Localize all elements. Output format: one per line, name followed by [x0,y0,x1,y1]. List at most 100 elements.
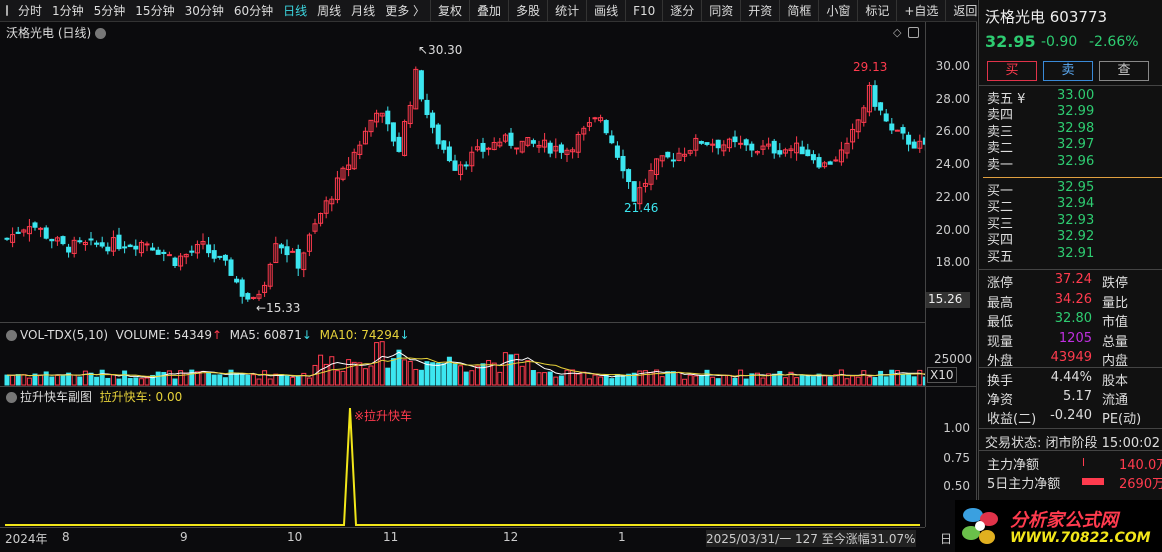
candle-body [609,135,615,144]
sell-button[interactable]: 卖 [1043,61,1093,81]
volume-bar [827,376,833,386]
candle-body [234,278,240,283]
candle-body [514,147,520,150]
candle-body [166,254,172,257]
order-book-row: 卖五 ¥33.00 [987,88,1095,107]
toolbar-button[interactable]: 统计 [547,0,586,22]
candle-body [665,151,671,158]
period-tab[interactable]: 日线 [278,2,312,19]
five-net-bar [1082,478,1104,485]
period-tab[interactable]: 60分钟 [229,2,278,19]
candle-body [49,238,55,242]
volume-bar [738,369,744,386]
toolbar-button[interactable]: 同资 [701,0,740,22]
volume-bar [805,375,811,386]
volume-bar [906,373,912,386]
volume-bar [676,371,682,386]
stat-row: 收益(二) -0.240 PE(动) [987,408,1142,427]
chart-title[interactable]: 沃格光电 (日线) [6,24,107,41]
candle-body [77,240,83,243]
volume-bar [659,376,665,386]
volume-bar [833,374,839,386]
period-tab[interactable]: 1分钟 [47,2,89,19]
candlestick-chart[interactable]: ↖30.30 ←15.33 21.46 29.13 [0,40,925,322]
buy-button[interactable]: 买 [987,61,1037,81]
volume-chart[interactable] [0,340,925,386]
volume-bar [732,377,738,386]
main-net-value: 140.0万 [1119,458,1162,473]
order-book-row: 卖二 32.97 [987,137,1095,157]
diamond-icon[interactable]: ◇ [893,26,901,39]
candle-body [295,249,301,269]
signal-label: ※拉升快车 [354,409,413,423]
period-tab[interactable]: 月线 [346,2,380,19]
candle-body [805,149,811,157]
volume-bar [329,356,335,386]
period-tab[interactable]: 分时 [13,2,47,19]
volume-bar [15,374,21,386]
toolbar-button[interactable]: +自选 [896,0,945,22]
sub-chart[interactable] [0,400,925,527]
candle-body [872,85,878,107]
toolbar-button[interactable]: 小窗 [818,0,857,22]
period-tab[interactable]: 30分钟 [180,2,229,19]
toolbar-button[interactable]: 复权 [430,0,469,22]
sidebar-toggle-icon[interactable] [6,5,8,16]
volume-bar [166,370,172,386]
volume-bar [670,371,676,386]
volume-bar [771,373,777,386]
candle-body [889,123,895,131]
candle-body [894,129,900,132]
volume-bar [822,375,828,386]
volume-bar [553,376,559,386]
price-pct: -2.66% [1089,34,1139,50]
toolbar-button[interactable]: 标记 [857,0,896,22]
candle-body [486,147,492,150]
period-tab[interactable]: 周线 [312,2,346,19]
stat-row: 换手 4.44% 股本 [987,370,1129,389]
volume-bar [558,375,564,386]
candle-body [105,246,111,252]
period-tab[interactable]: 5分钟 [89,2,131,19]
period-tab[interactable]: 更多 〉 [380,2,430,19]
toolbar-button[interactable]: 简框 [779,0,818,22]
candle-body [799,146,805,155]
toolbar-button[interactable]: 画线 [586,0,625,22]
price-change: -0.90 [1041,34,1078,50]
volume-bar [592,374,598,386]
five-net-label: 5日主力净额 [987,477,1061,492]
candle-body [278,244,284,249]
volume-bar [245,374,251,386]
volume-bar [889,369,895,386]
toolbar-button[interactable]: 叠加 [469,0,508,22]
stat-row: 外盘 43949 内盘 [987,350,1129,369]
volume-bar [810,376,816,386]
candle-body [670,159,676,162]
volume-bar [542,372,548,386]
volume-bar [777,370,783,386]
candle-body [60,236,66,245]
candle-body [446,146,452,162]
last-price: 32.95 [985,32,1036,51]
toolbar-button[interactable]: 逐分 [662,0,701,22]
date-label: 10 [287,530,303,544]
toolbar-button[interactable]: F10 [625,0,662,22]
volume-bar [110,374,116,386]
order-book-row: 买四 32.92 [987,229,1095,249]
toolbar-button[interactable]: 开资 [740,0,779,22]
period-tab[interactable]: 15分钟 [130,2,179,19]
dropdown-icon[interactable] [95,28,107,39]
candle-body [626,169,632,183]
panel-toggle-icon[interactable] [908,27,919,38]
volume-bar [161,371,167,386]
candle-body [430,112,436,128]
query-button[interactable]: 查 [1099,61,1149,81]
price-tick: 24.00 [935,157,970,172]
volume-bar [435,362,441,386]
date-label: 2024年 [5,532,48,546]
volume-bar [290,376,296,386]
toolbar-button[interactable]: 多股 [508,0,547,22]
volume-bar [838,369,844,386]
date-label: 12 [503,530,519,544]
candle-body [4,237,10,240]
